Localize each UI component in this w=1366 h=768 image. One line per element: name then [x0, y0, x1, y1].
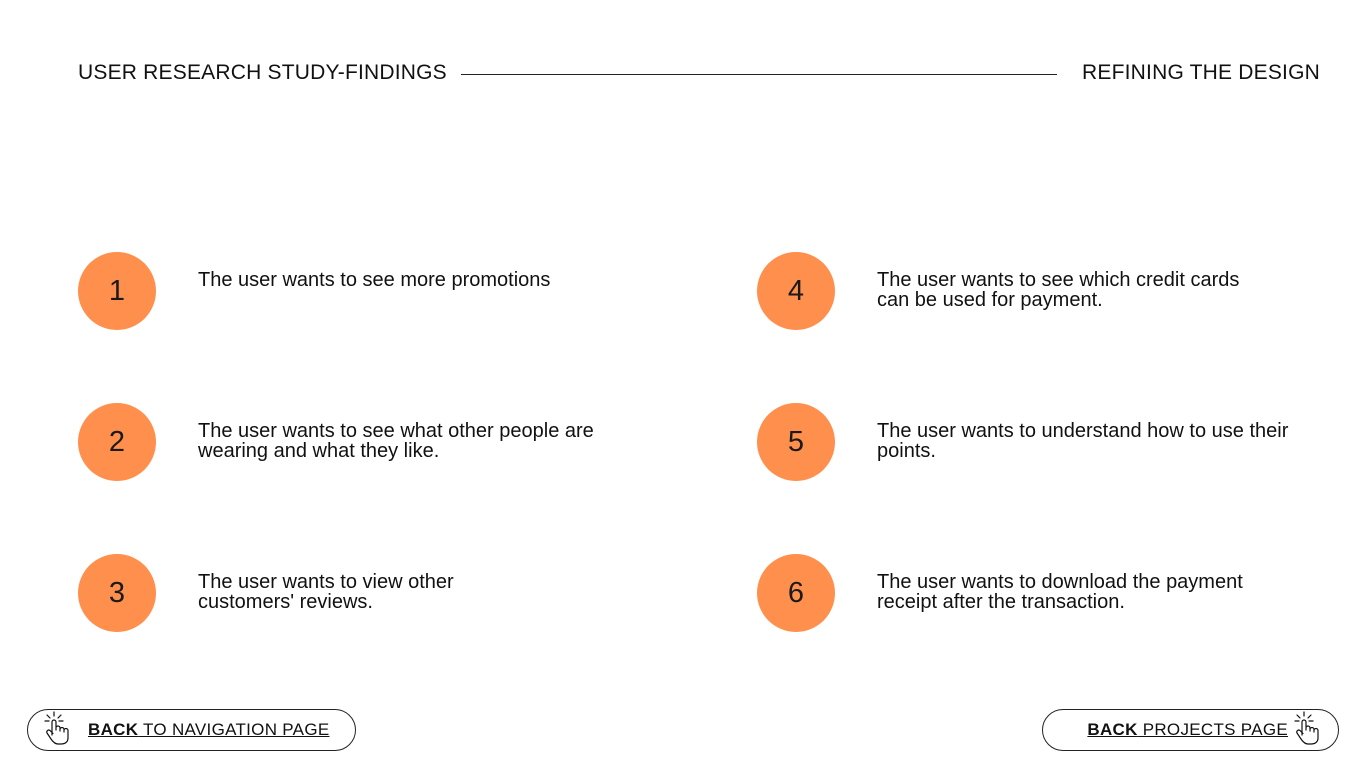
finding-item-5: 5 The user wants to understand how to us…	[757, 403, 1317, 483]
section-subtitle: REFINING THE DESIGN	[1082, 61, 1320, 84]
finding-number-badge: 4	[757, 252, 835, 330]
finding-number-badge: 5	[757, 403, 835, 481]
back-to-navigation-button[interactable]: BACK TO NAVIGATION PAGE	[27, 709, 356, 751]
finding-text: The user wants to understand how to use …	[877, 420, 1289, 462]
finding-item-2: 2 The user wants to see what other peopl…	[78, 403, 638, 483]
finding-text: The user wants to download the payment r…	[877, 571, 1243, 613]
finding-text: The user wants to see more promotions	[198, 269, 551, 291]
finding-text: The user wants to view other customers' …	[198, 571, 454, 613]
finding-item-6: 6 The user wants to download the payment…	[757, 554, 1317, 634]
pointer-hand-icon	[44, 711, 72, 745]
finding-number-badge: 3	[78, 554, 156, 632]
finding-text: The user wants to see what other people …	[198, 420, 594, 462]
finding-item-4: 4 The user wants to see which credit car…	[757, 252, 1317, 332]
back-to-projects-button[interactable]: BACK PROJECTS PAGE	[1042, 709, 1339, 751]
finding-number-badge: 2	[78, 403, 156, 481]
finding-text: The user wants to see which credit cards…	[877, 269, 1240, 311]
finding-number-badge: 1	[78, 252, 156, 330]
finding-item-1: 1 The user wants to see more promotions	[78, 252, 638, 332]
back-to-projects-label: BACK PROJECTS PAGE	[1087, 720, 1288, 739]
finding-number-badge: 6	[757, 554, 835, 632]
section-title: USER RESEARCH STUDY-FINDINGS	[78, 61, 447, 84]
finding-item-3: 3 The user wants to view other customers…	[78, 554, 638, 634]
back-to-navigation-label: BACK TO NAVIGATION PAGE	[88, 720, 330, 739]
header-divider	[461, 74, 1057, 75]
pointer-hand-icon	[1294, 711, 1322, 745]
